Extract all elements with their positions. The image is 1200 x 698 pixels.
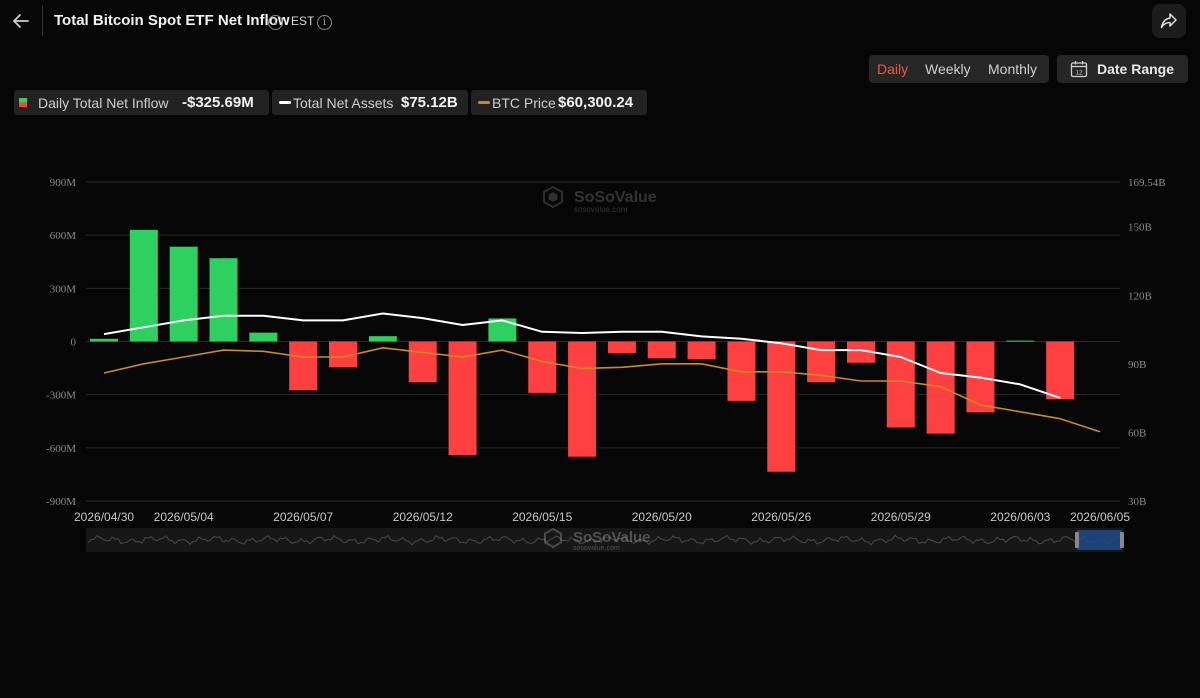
inflow-bar <box>448 341 477 455</box>
timezone-info-icon[interactable]: i <box>317 15 332 30</box>
right-y-tick-label: 150B <box>1128 222 1152 234</box>
inflow-bar <box>289 341 318 391</box>
tab-weekly[interactable]: Weekly <box>925 61 971 77</box>
svg-text:sosovalue.com: sosovalue.com <box>573 545 620 552</box>
svg-text:SoSoValue: SoSoValue <box>574 189 657 206</box>
right-y-tick-label: 120B <box>1128 290 1152 302</box>
share-icon <box>1160 13 1177 29</box>
inflow-bar <box>528 341 557 393</box>
sosovalue-logo-icon <box>543 185 563 209</box>
svg-text:SoSoValue: SoSoValue <box>573 529 651 546</box>
x-tick-label: 2026/05/20 <box>632 510 692 524</box>
inflow-bar <box>209 258 238 342</box>
x-tick-label: 2026/06/03 <box>990 510 1050 524</box>
inflow-bar <box>249 332 278 342</box>
page-title: Total Bitcoin Spot ETF Net Inflow <box>54 12 290 29</box>
left-y-tick-label: -900M <box>46 496 76 508</box>
x-tick-label: 2026/05/15 <box>512 510 572 524</box>
info-icon[interactable]: i <box>268 15 283 30</box>
x-tick-label: 2026/05/26 <box>751 510 811 524</box>
date-range-button[interactable]: 12 Date Range <box>1057 55 1188 83</box>
svg-text:12: 12 <box>1075 69 1083 76</box>
left-y-tick-label: 900M <box>50 177 77 189</box>
x-tick-label: 2026/05/07 <box>273 510 333 524</box>
header-divider <box>42 6 43 36</box>
legend-assets-label: Total Net Assets <box>293 95 394 111</box>
inflow-legend-swatch-icon <box>19 98 27 107</box>
inflow-bar <box>1006 340 1035 342</box>
left-y-axis: 900M 600M 300M 0 -300M -600M -900M <box>46 177 76 508</box>
legend-price-value: $60,300.24 <box>558 94 634 111</box>
inflow-chart[interactable]: SoSoValue sosovalue.com 900M 600M 300M 0 -30… <box>0 150 1200 570</box>
tab-daily[interactable]: Daily <box>877 61 908 77</box>
date-range-label: Date Range <box>1097 61 1175 77</box>
legend-assets[interactable]: Total Net Assets $75.12B <box>272 90 468 115</box>
left-y-tick-label: -600M <box>46 443 76 455</box>
legend-inflow-value: -$325.69M <box>182 94 254 111</box>
inflow-bar <box>687 341 716 360</box>
inflow-bar <box>90 338 118 342</box>
share-button[interactable] <box>1152 4 1186 38</box>
inflow-bar <box>767 341 796 472</box>
watermark: SoSoValue sosovalue.com <box>543 185 657 214</box>
inflow-bar <box>647 341 676 359</box>
navigator-right-handle[interactable] <box>1120 532 1124 548</box>
legend-inflow-label: Daily Total Net Inflow <box>38 95 169 111</box>
chart-grid <box>86 181 1120 502</box>
left-y-tick-label: 300M <box>50 283 77 295</box>
x-tick-label: 2026/05/12 <box>393 510 453 524</box>
period-selector: Daily Weekly Monthly <box>869 55 1049 83</box>
x-axis: 2026/04/30 2026/05/04 2026/05/07 2026/05/12… <box>74 510 1130 524</box>
left-y-tick-label: 600M <box>50 230 77 242</box>
assets-legend-line-icon <box>279 101 291 104</box>
tab-monthly[interactable]: Monthly <box>988 61 1037 77</box>
inflow-bar <box>169 246 198 342</box>
x-tick-label: 2026/05/04 <box>154 510 214 524</box>
x-tick-label: 2026/04/30 <box>74 510 134 524</box>
inflow-bar <box>1046 341 1075 400</box>
left-y-tick-label: -300M <box>46 390 76 402</box>
x-tick-label: 2026/05/29 <box>871 510 931 524</box>
timezone-label: EST <box>291 14 315 28</box>
inflow-bar <box>368 336 397 342</box>
legend-inflow[interactable]: Daily Total Net Inflow -$325.69M <box>14 90 269 115</box>
right-y-tick-label: 30B <box>1128 496 1146 508</box>
svg-text:sosovalue.com: sosovalue.com <box>574 205 628 214</box>
inflow-bar <box>568 341 597 457</box>
right-y-axis: 169.54B 150B 120B 90B 60B 30B <box>1128 177 1166 508</box>
navigator-left-handle[interactable] <box>1075 532 1079 548</box>
right-y-tick-label: 90B <box>1128 359 1146 371</box>
navigator-window[interactable] <box>1077 530 1122 550</box>
x-tick-label: 2026/06/05 <box>1070 510 1130 524</box>
header-bar: Total Bitcoin Spot ETF Net Inflow i EST … <box>0 0 1200 44</box>
right-y-tick-label: 60B <box>1128 427 1146 439</box>
range-navigator[interactable]: SoSoValue sosovalue.com <box>86 527 1124 552</box>
legend-assets-value: $75.12B <box>401 94 458 111</box>
legend-price-label: BTC Price <box>492 95 556 111</box>
right-y-tick-label: 169.54B <box>1128 177 1166 189</box>
inflow-bar <box>408 341 437 383</box>
inflow-bar <box>607 341 636 354</box>
legend-price[interactable]: BTC Price $60,300.24 <box>471 90 647 115</box>
back-arrow-icon[interactable] <box>10 10 32 32</box>
calendar-icon: 12 <box>1070 61 1088 78</box>
price-legend-line-icon <box>478 101 490 104</box>
left-y-tick-label: 0 <box>71 337 77 349</box>
